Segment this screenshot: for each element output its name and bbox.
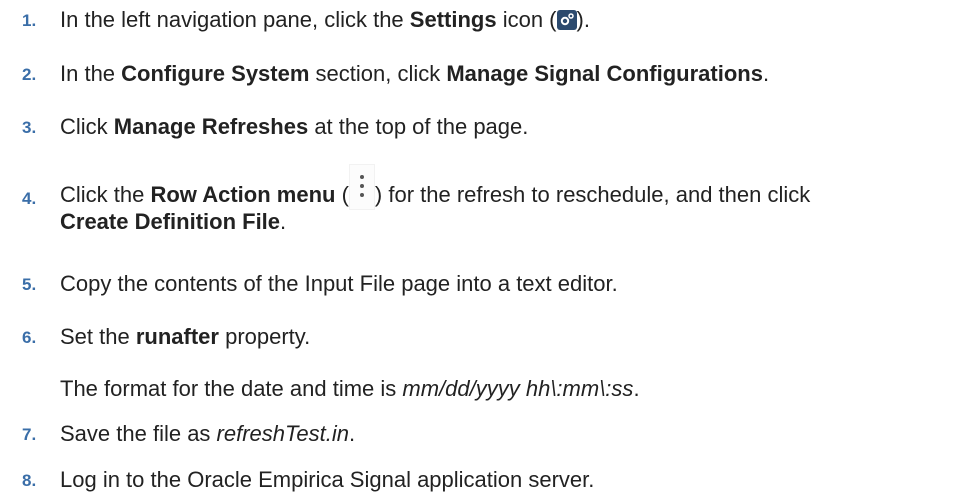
- step-number: 4.: [22, 189, 37, 208]
- step-text: Save the file as refreshTest.in.: [60, 421, 356, 446]
- step-number: 6.: [22, 328, 37, 347]
- step-text: Set the runafter property.: [60, 324, 311, 349]
- step-text: Click Manage Refreshes at the top of the…: [60, 114, 529, 139]
- step-text: In the left navigation pane, click the S…: [60, 7, 590, 32]
- step-number: 7.: [22, 425, 37, 444]
- step-note-text: The format for the date and time is mm/d…: [60, 376, 640, 401]
- step-number: 8.: [22, 471, 37, 490]
- step-number: 2.: [22, 65, 37, 84]
- step-number: 3.: [22, 118, 37, 137]
- step-text: Log in to the Oracle Empirica Signal app…: [60, 467, 595, 492]
- step-text: Click the Row Action menu () for the ref…: [60, 164, 977, 235]
- step-text: Copy the contents of the Input File page…: [60, 271, 618, 296]
- settings-gear-icon: [556, 10, 577, 30]
- step-text: In the Configure System section, click M…: [60, 61, 770, 86]
- step-number: 5.: [22, 275, 37, 294]
- vertical-ellipsis-icon: [348, 164, 375, 210]
- step-number: 1.: [22, 11, 37, 30]
